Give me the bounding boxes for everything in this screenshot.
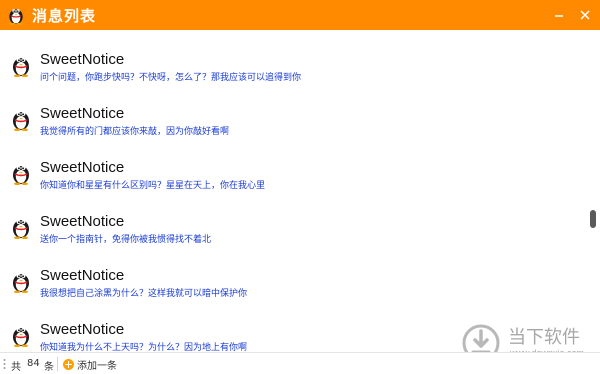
message-sender: SweetNotice (40, 51, 125, 68)
message-list: SweetNotice 问个问题，你跑步快吗？不快呀，怎么了？那我应该可以追得到… (0, 30, 600, 352)
add-message-label: 添加一条 (77, 360, 117, 372)
count-suffix: 条 (44, 362, 54, 373)
status-bar: 共 84 条 添加一条 (0, 352, 600, 374)
message-text: 你知道你和星星有什么区别吗？星星在天上，你在我心里 (40, 181, 266, 191)
penguin-icon (11, 53, 31, 77)
message-text: 我很想把自己涂黑为什么？这样我就可以暗中保护你 (40, 289, 248, 299)
penguin-icon (11, 323, 31, 347)
count-prefix: 共 (11, 362, 21, 373)
message-item[interactable]: SweetNotice 我觉得所有的门都应该你来敲，因为你敲好看啊 (0, 84, 585, 138)
message-text: 问个问题，你跑步快吗？不快呀，怎么了？那我应该可以追得到你 (40, 73, 302, 83)
message-item[interactable]: SweetNotice 我很想把自己涂黑为什么？这样我就可以暗中保护你 (0, 246, 585, 300)
divider (57, 357, 58, 371)
message-sender: SweetNotice (40, 159, 125, 176)
grip-icon (3, 359, 6, 369)
message-sender: SweetNotice (40, 105, 125, 122)
title-bar: 消息列表 (0, 0, 600, 30)
message-sender: SweetNotice (40, 321, 125, 338)
minimize-button[interactable] (546, 0, 572, 30)
penguin-icon (11, 215, 31, 239)
message-sender: SweetNotice (40, 267, 125, 284)
add-message-button[interactable]: 添加一条 (63, 356, 117, 372)
close-icon (580, 10, 590, 20)
message-item[interactable]: SweetNotice 你知道你和星星有什么区别吗？星星在天上，你在我心里 (0, 138, 585, 192)
penguin-icon (6, 5, 26, 25)
close-button[interactable] (572, 0, 598, 30)
message-count: 84 (27, 358, 40, 369)
scrollbar-thumb[interactable] (590, 210, 596, 228)
minimize-icon (555, 15, 563, 17)
penguin-icon (11, 161, 31, 185)
penguin-icon (11, 269, 31, 293)
message-item[interactable]: SweetNotice 送你一个指南针，免得你被我惯得找不着北 (0, 192, 585, 246)
penguin-icon (11, 107, 31, 131)
plus-circle-icon (63, 358, 74, 370)
message-text: 你知道我为什么不上天吗？为什么？因为地上有你啊 (40, 343, 248, 352)
message-text: 我觉得所有的门都应该你来敲，因为你敲好看啊 (40, 127, 230, 137)
window-title: 消息列表 (32, 7, 97, 25)
message-item[interactable]: SweetNotice 问个问题，你跑步快吗？不快呀，怎么了？那我应该可以追得到… (0, 30, 585, 84)
message-sender: SweetNotice (40, 213, 125, 230)
vertical-scrollbar[interactable] (587, 30, 600, 352)
message-text: 送你一个指南针，免得你被我惯得找不着北 (40, 235, 212, 245)
